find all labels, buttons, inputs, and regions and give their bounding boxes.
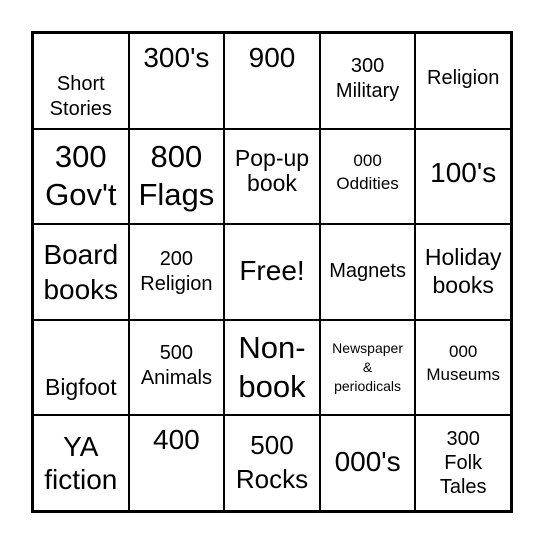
cell-label: 200 Religion <box>140 247 213 295</box>
cell-label: 400 <box>153 424 200 456</box>
cell-label: 300 Folk Tales <box>439 428 487 499</box>
bingo-cell[interactable]: Bigfoot <box>34 320 128 415</box>
cell-label: 000's <box>334 445 401 477</box>
cell-label: Religion <box>427 67 500 90</box>
cell-label: Non- book <box>238 329 306 404</box>
cell-label: 500 Animals <box>140 341 212 389</box>
cell-label: 100's <box>430 156 497 188</box>
bingo-cell[interactable]: Short Stories <box>34 34 128 128</box>
cell-label: 300 Military <box>335 54 400 102</box>
bingo-cell[interactable]: Newspaper & periodicals <box>320 320 415 415</box>
bingo-cell[interactable]: Free! <box>225 225 319 319</box>
cell-label: YA fiction <box>44 430 118 496</box>
bingo-cell[interactable]: Magnets <box>320 225 415 319</box>
bingo-cell[interactable]: 000's <box>320 416 415 510</box>
cell-label: 000 Oddities <box>336 150 399 194</box>
bingo-cell[interactable]: Religion <box>416 34 510 128</box>
cell-label: Newspaper & periodicals <box>332 340 403 395</box>
cell-label: Short Stories <box>49 72 112 120</box>
cell-label: 900 <box>248 42 296 73</box>
bingo-cell[interactable]: 000 Oddities <box>320 129 415 224</box>
cell-label: 500 Rocks <box>235 430 309 495</box>
cell-label: Holiday books <box>424 244 502 298</box>
bingo-cell[interactable]: 300's <box>129 34 224 128</box>
cell-label: Magnets <box>329 260 406 283</box>
cell-label: Free! <box>239 255 305 287</box>
bingo-cell[interactable]: YA fiction <box>34 416 128 510</box>
bingo-cell[interactable]: 000 Museums <box>416 320 510 415</box>
bingo-cell[interactable]: Non- book <box>225 320 319 415</box>
cell-label: 300's <box>143 42 210 73</box>
bingo-cell[interactable]: Pop-up book <box>225 129 319 224</box>
cell-label: Pop-up book <box>234 144 310 197</box>
bingo-cell[interactable]: 100's <box>416 129 510 224</box>
bingo-cell[interactable]: 400 <box>129 416 224 510</box>
bingo-cell[interactable]: 200 Religion <box>129 225 224 319</box>
bingo-cell[interactable]: Board books <box>34 225 128 319</box>
bingo-cell[interactable]: 800 Flags <box>129 129 224 224</box>
cell-label: 300 Gov't <box>45 138 117 213</box>
bingo-cell[interactable]: 300 Military <box>320 34 415 128</box>
cell-label: Bigfoot <box>44 373 117 400</box>
bingo-cell[interactable]: 300 Folk Tales <box>416 416 510 510</box>
bingo-board: Short Stories 300's 900 300 Military Rel… <box>31 31 513 513</box>
cell-label: 000 Museums <box>426 341 501 384</box>
bingo-cell[interactable]: 500 Animals <box>129 320 224 415</box>
cell-label: Board books <box>43 238 119 305</box>
bingo-cell[interactable]: 500 Rocks <box>225 416 319 510</box>
bingo-cell[interactable]: 300 Gov't <box>34 129 128 224</box>
cell-label: 800 Flags <box>138 138 215 213</box>
bingo-cell[interactable]: Holiday books <box>416 225 510 319</box>
bingo-cell[interactable]: 900 <box>225 34 319 128</box>
